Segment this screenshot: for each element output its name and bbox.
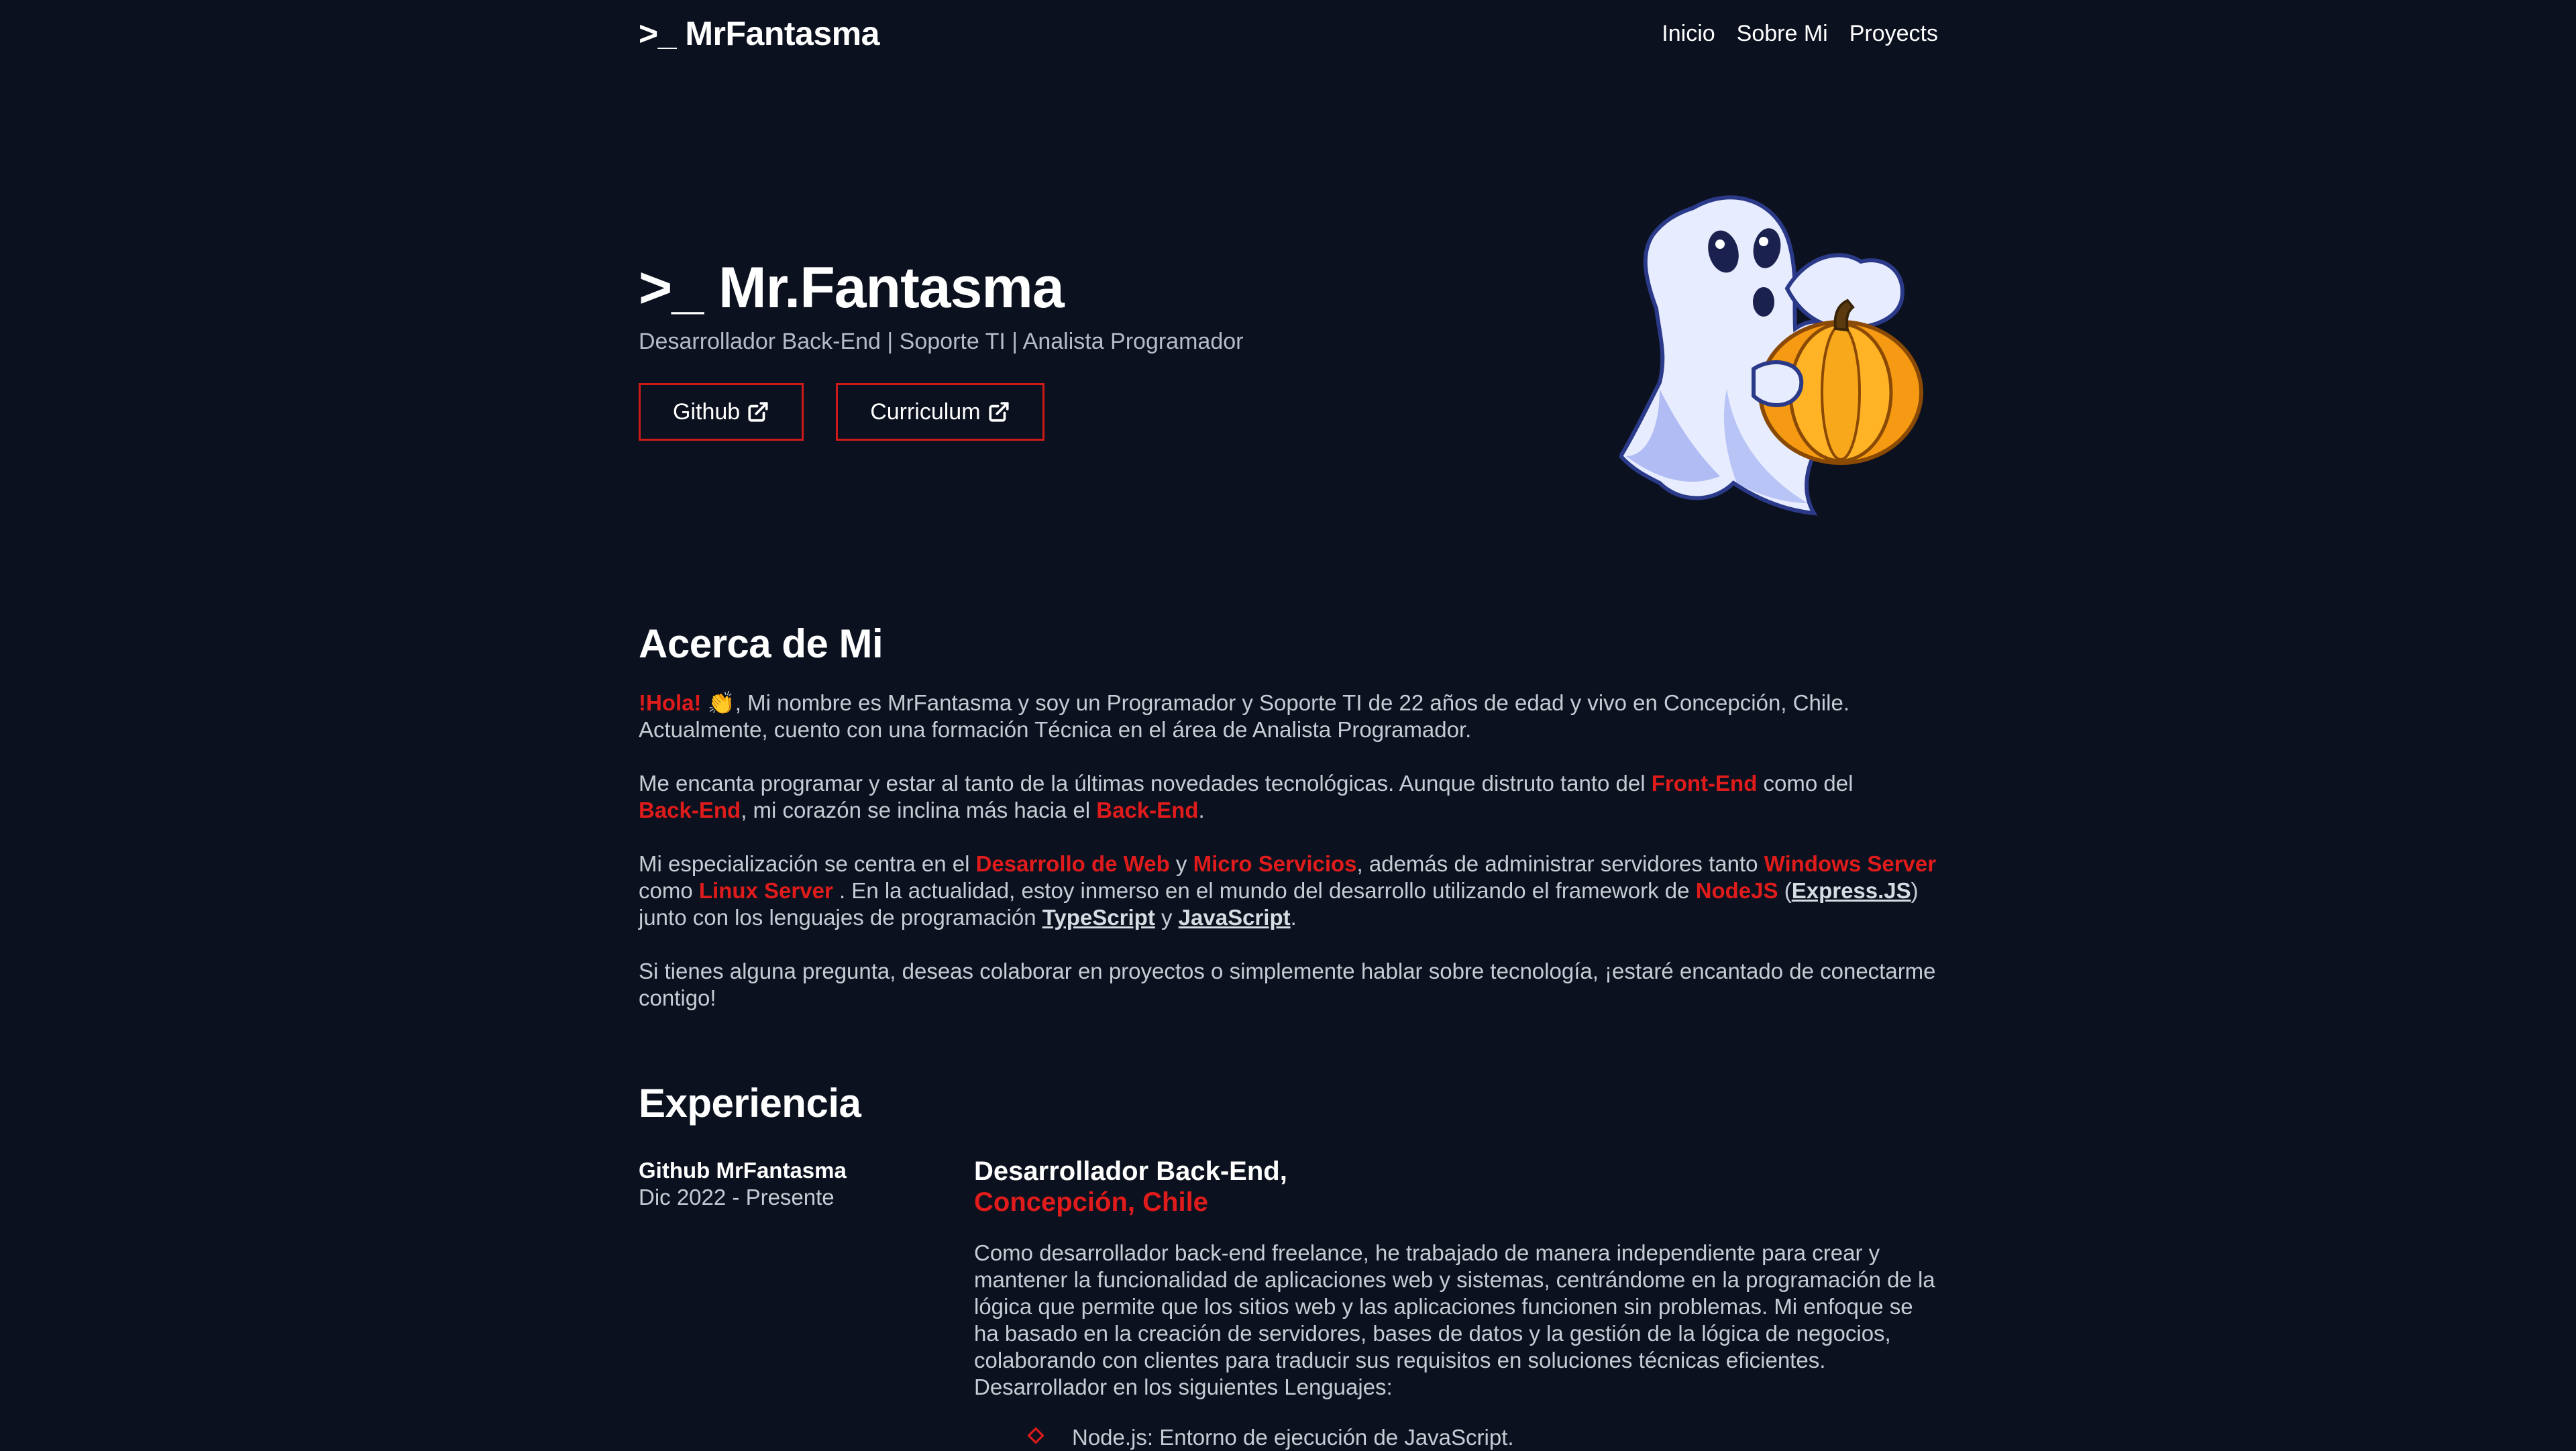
about-text: Me encanta programar y estar al tanto de… xyxy=(639,771,1652,796)
about-text: como xyxy=(639,878,699,903)
about-text: . xyxy=(1290,905,1297,930)
about-paragraph-contact: Si tienes alguna pregunta, deseas colabo… xyxy=(639,959,1936,1010)
top-navbar: >_ MrFantasma Inicio Sobre Mi Proyects xyxy=(639,0,1938,67)
about-text: como del xyxy=(1757,771,1854,796)
link-typescript[interactable]: TypeScript xyxy=(1042,905,1155,930)
nav-link-inicio[interactable]: Inicio xyxy=(1662,21,1715,47)
about-paragraph-specialization: Mi especialización se centra en el Desar… xyxy=(639,851,1938,931)
list-item: Node.js: Entorno de ejecución de JavaScr… xyxy=(1026,1424,1514,1451)
experience-location: Concepción, Chile xyxy=(974,1187,1208,1217)
experience-section-title: Experiencia xyxy=(639,1081,861,1126)
about-text: y xyxy=(1169,851,1193,876)
about-text: Mi especialización se centra en el xyxy=(639,851,976,876)
experience-description: Como desarrollador back-end freelance, h… xyxy=(974,1240,1935,1399)
nav-links: Inicio Sobre Mi Proyects xyxy=(1662,21,1938,47)
hero-subtitle: Desarrollador Back-End | Soporte TI | An… xyxy=(639,329,1244,354)
page-container: >_ MrFantasma Inicio Sobre Mi Proyects >… xyxy=(639,0,1938,1451)
external-link-icon xyxy=(747,400,769,423)
about-text: , además de administrar servidores tanto xyxy=(1356,851,1764,876)
about-text: ( xyxy=(1778,878,1792,903)
highlight-nodejs: NodeJS xyxy=(1695,878,1778,903)
link-expressjs[interactable]: Express.JS xyxy=(1792,878,1911,903)
curriculum-button-label: Curriculum xyxy=(870,398,981,425)
diamond-bullet-icon xyxy=(1026,1424,1045,1451)
hero-buttons: Github Curriculum xyxy=(639,383,1044,441)
highlight-microservices: Micro Servicios xyxy=(1193,851,1357,876)
highlight-linux-server: Linux Server xyxy=(698,878,833,903)
experience-role: Desarrollador Back-End, xyxy=(974,1157,1287,1186)
experience-company: Github MrFantasma xyxy=(639,1158,847,1183)
link-javascript[interactable]: JavaScript xyxy=(1179,905,1291,930)
skill-text: Node.js: Entorno de ejecución de JavaScr… xyxy=(1072,1425,1514,1450)
about-text: , Mi nombre es MrFantasma y soy un Progr… xyxy=(735,690,1849,715)
about-text: Actualmente, cuento con una formación Té… xyxy=(639,717,1472,742)
about-body: !Hola! 👏, Mi nombre es MrFantasma y soy … xyxy=(639,690,1938,1038)
about-paragraph-frontend-backend: Me encanta programar y estar al tanto de… xyxy=(639,770,1938,824)
hero-title: >_ Mr.Fantasma xyxy=(639,256,1065,320)
ghost-pumpkin-illustration xyxy=(1619,195,1923,516)
github-button-label: Github xyxy=(673,398,741,425)
about-paragraph-greeting: !Hola! 👏, Mi nombre es MrFantasma y soy … xyxy=(639,690,1938,743)
github-button[interactable]: Github xyxy=(639,383,804,441)
highlight-back-end: Back-End xyxy=(639,798,741,822)
highlight-windows-server: Windows Server xyxy=(1764,851,1937,876)
about-section-title: Acerca de Mi xyxy=(639,621,883,666)
highlight-web: Desarrollo de Web xyxy=(975,851,1170,876)
nav-link-sobre-mi[interactable]: Sobre Mi xyxy=(1737,21,1828,47)
brand-logo[interactable]: >_ MrFantasma xyxy=(639,14,879,53)
about-text: . xyxy=(1198,798,1205,822)
clap-emoji: 👏 xyxy=(707,690,735,715)
external-link-icon xyxy=(987,400,1010,423)
highlight-front-end: Front-End xyxy=(1651,771,1758,796)
highlight-back-end: Back-End xyxy=(1096,798,1199,822)
about-text: , mi corazón se inclina más hacia el xyxy=(741,798,1097,822)
about-text: y xyxy=(1155,905,1179,930)
experience-date: Dic 2022 - Presente xyxy=(639,1185,835,1210)
nav-link-proyects[interactable]: Proyects xyxy=(1849,21,1938,47)
curriculum-button[interactable]: Curriculum xyxy=(836,383,1044,441)
greeting-highlight: !Hola! xyxy=(639,690,702,715)
experience-skill-list: Node.js: Entorno de ejecución de JavaScr… xyxy=(1026,1424,1514,1451)
about-text: . En la actualidad, estoy inmerso en el … xyxy=(833,878,1696,903)
